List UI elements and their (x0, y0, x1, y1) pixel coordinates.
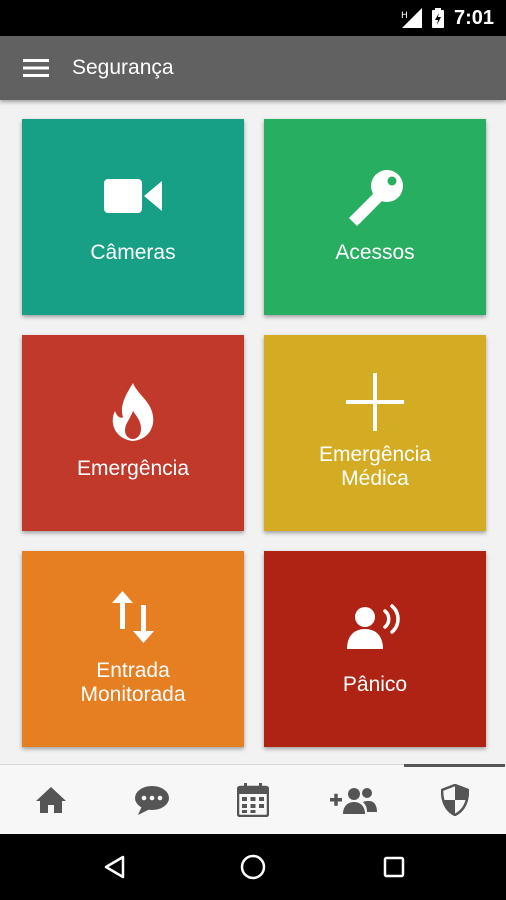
active-indicator (404, 764, 505, 767)
status-bar: H 7:01 (0, 0, 506, 36)
shield-icon (440, 784, 469, 816)
status-time: 7:01 (453, 6, 494, 29)
video-camera-icon (22, 177, 244, 215)
bottom-navigation (0, 764, 506, 834)
recents-button[interactable] (374, 847, 414, 887)
home-system-button[interactable] (233, 847, 273, 887)
nav-home[interactable] (0, 765, 101, 835)
svg-text:H: H (401, 11, 408, 21)
recents-icon (383, 856, 405, 878)
page-title: Segurança (72, 56, 174, 79)
nav-messages[interactable] (101, 765, 202, 835)
up-down-arrows-icon (22, 591, 244, 643)
key-icon (264, 168, 486, 228)
signal-icon: H (401, 8, 422, 28)
tile-panic[interactable]: Pânico (264, 551, 486, 747)
tile-medical-emergency[interactable]: Emergência Médica (264, 335, 486, 531)
plus-icon (264, 373, 486, 431)
tile-label: Entrada Monitorada (80, 659, 186, 706)
menu-button[interactable] (14, 50, 58, 86)
system-navigation-bar (0, 834, 506, 900)
nav-security[interactable] (404, 764, 505, 835)
status-icons: H 7:01 (400, 0, 494, 36)
back-icon (104, 855, 125, 879)
battery-icon (431, 8, 444, 28)
tile-grid: Câmeras Acessos Emergência Emergência Mé… (0, 100, 506, 764)
add-people-icon (329, 788, 377, 814)
calendar-icon (236, 783, 269, 817)
tile-emergency[interactable]: Emergência (22, 335, 244, 531)
nav-add-contacts[interactable] (303, 765, 404, 835)
tile-label: Acessos (335, 241, 415, 264)
tile-monitored-entry[interactable]: Entrada Monitorada (22, 551, 244, 747)
tile-access[interactable]: Acessos (264, 119, 486, 315)
tile-label: Câmeras (90, 241, 176, 264)
tile-label: Pânico (342, 673, 408, 696)
hamburger-icon (23, 59, 49, 77)
home-circle-icon (240, 854, 266, 880)
tile-label: Emergência Médica (318, 443, 432, 490)
tile-cameras[interactable]: Câmeras (22, 119, 244, 315)
home-icon (35, 787, 66, 813)
fire-icon (22, 383, 244, 441)
panic-alarm-icon (264, 603, 486, 649)
app-bar: Segurança (0, 36, 506, 100)
tile-label: Emergência (76, 457, 190, 480)
back-button[interactable] (94, 847, 134, 887)
chat-icon (134, 786, 169, 815)
nav-calendar[interactable] (202, 765, 303, 835)
